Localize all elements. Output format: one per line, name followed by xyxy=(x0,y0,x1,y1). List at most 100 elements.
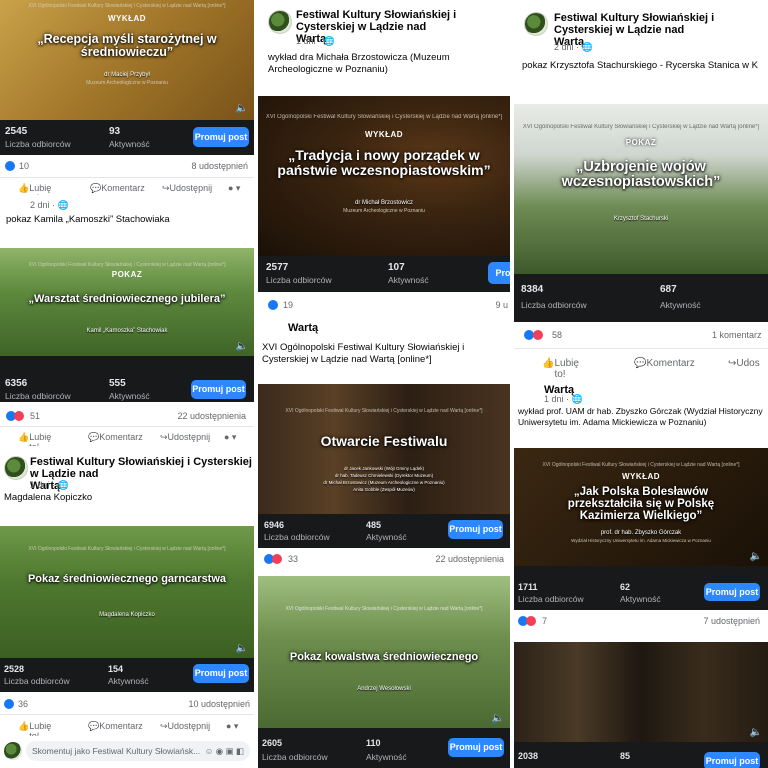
engagement-value: 154 xyxy=(108,664,124,674)
video-thumbnail[interactable]: XVI Ogólnopolski Festiwal Kultury Słowia… xyxy=(514,104,768,274)
comment-button[interactable]: 💬 Komentarz xyxy=(634,358,695,369)
reach-label: Liczba odbiorców xyxy=(5,139,71,149)
video-thumbnail[interactable]: XVI Ogólnopolski Festiwal Kultury Słowia… xyxy=(0,526,254,658)
promote-button[interactable]: Promuj post xyxy=(448,738,504,757)
video-banner: XVI Ogólnopolski Festiwal Kultury Słowia… xyxy=(28,3,226,9)
comment-button[interactable]: 💬 Komentarz xyxy=(90,183,145,194)
comment-input[interactable]: Skomentuj jako Festiwal Kultury Słowiańs… xyxy=(26,741,250,761)
like-button[interactable]: 👍 Lubię to! xyxy=(18,721,51,741)
insights-bar: 2577 Liczba odbiorców 107 Aktywność Pro xyxy=(258,256,510,292)
video-thumbnail[interactable]: XVI Ogólnopolski Festiwal Kultury Słowia… xyxy=(0,248,254,356)
post-time[interactable]: 1 dni · 🌐 xyxy=(296,36,335,47)
post-time[interactable]: 2 dni · 🌐 xyxy=(30,200,69,211)
commenter-avatar xyxy=(4,742,22,760)
reactions-row: 19 9 u xyxy=(258,292,510,318)
reaction-count[interactable]: 33 xyxy=(288,554,298,564)
share-button[interactable]: ↪ Udostępnij xyxy=(160,432,210,443)
volume-icon[interactable]: 🔈 xyxy=(236,643,248,654)
page-avatar[interactable] xyxy=(524,12,548,36)
like-reaction-icon xyxy=(268,300,278,310)
promote-button[interactable]: Promuj post xyxy=(191,380,246,399)
love-reaction-icon xyxy=(526,616,536,626)
video-thumbnail[interactable]: XVI Ogólnopolski Festiwal Kultury Słowia… xyxy=(514,448,768,566)
promote-button[interactable]: Pro xyxy=(488,262,510,284)
reactions-row: 7 7 udostępnień xyxy=(514,610,768,634)
post-description: XVI Ogólnopolski Festiwal Kultury Słowia… xyxy=(262,342,465,365)
video-thumbnail[interactable]: XVI Ogólnopolski Festiwal Kultury Słowia… xyxy=(258,576,510,728)
share-count[interactable]: 22 udostępnienia xyxy=(435,554,504,564)
video-kind: POKAZ xyxy=(111,270,143,279)
share-count[interactable]: 10 udostępnień xyxy=(188,699,250,709)
like-button[interactable]: 👍 Lubię to! xyxy=(18,183,51,195)
volume-icon[interactable]: 🔈 xyxy=(492,713,504,724)
comment-button[interactable]: 💬 Komentarz xyxy=(88,432,143,443)
audience-selector[interactable]: ● ▾ xyxy=(228,183,240,194)
reaction-count[interactable]: 10 xyxy=(19,161,29,171)
reach-value: 2545 xyxy=(5,126,28,137)
reach-value: 2605 xyxy=(262,738,283,748)
share-button[interactable]: ↪ Udos xyxy=(728,358,760,369)
volume-icon[interactable]: 🔈 xyxy=(750,551,762,562)
share-count[interactable]: 7 udostępnień xyxy=(703,616,760,626)
promote-button[interactable]: Promuj post xyxy=(448,520,503,539)
engagement-label: Aktywność xyxy=(660,300,701,310)
like-button[interactable]: 👍 Lubię to! xyxy=(542,358,579,380)
reaction-count[interactable]: 36 xyxy=(18,699,28,709)
emoji-icons[interactable]: ☺ ◉ ▣ ◧ xyxy=(205,741,244,761)
reach-label: Liczba odbiorców xyxy=(4,676,70,686)
share-count[interactable]: 9 u xyxy=(495,300,508,310)
engagement-label: Aktywność xyxy=(109,139,150,149)
promote-button[interactable]: Promuj post xyxy=(193,664,249,683)
action-bar: 👍 Lubię to! 💬 Komentarz ↪ Udostępnij ● ▾ xyxy=(0,177,254,195)
reach-value: 6946 xyxy=(264,520,285,530)
video-thumbnail[interactable]: XVI Ogólnopolski Festiwal Kultury Słowia… xyxy=(258,96,510,256)
volume-icon[interactable]: 🔈 xyxy=(236,103,248,114)
reaction-count[interactable]: 7 xyxy=(542,616,547,626)
post-time[interactable]: 1 dni · 🌐 xyxy=(30,480,69,491)
like-label: Lubię to! xyxy=(554,358,579,380)
action-bar: 👍 Lubię to! 💬 Komentarz ↪ Udos xyxy=(514,348,768,380)
page-avatar[interactable] xyxy=(268,10,292,34)
promote-button[interactable]: Promuj post xyxy=(704,752,760,768)
reach-value: 2038 xyxy=(518,751,539,761)
video-banner: XVI Ogólnopolski Festiwal Kultury Słowia… xyxy=(28,262,226,268)
page-name[interactable]: Wartą xyxy=(288,322,318,334)
volume-icon[interactable]: 🔈 xyxy=(236,341,248,352)
video-title: „Warsztat średniowiecznego jubilera” xyxy=(28,293,226,305)
like-reaction-icon xyxy=(5,161,15,171)
reaction-count[interactable]: 51 xyxy=(30,411,40,421)
insights-bar: 2528 Liczba odbiorców 154 Aktywność Prom… xyxy=(0,658,254,692)
audience-selector[interactable]: ● ▾ xyxy=(224,432,236,443)
page-avatar[interactable] xyxy=(4,456,28,480)
volume-icon[interactable]: 🔈 xyxy=(750,727,762,738)
video-title: Otwarcie Festiwalu xyxy=(320,433,448,449)
reactions-row: 33 22 udostępnienia xyxy=(258,548,510,572)
like-button[interactable]: 👍 Lubię to! xyxy=(18,432,51,446)
reach-value: 1711 xyxy=(518,582,538,592)
video-thumbnail[interactable]: XVI Ogólnopolski Festiwal Kultury Słowia… xyxy=(258,384,510,514)
video-thumbnail[interactable]: XVI Ogólnopolski Festiwal Kultury Słowia… xyxy=(0,0,254,120)
reach-label: Liczba odbiorców xyxy=(262,752,328,762)
comment-count[interactable]: 1 komentarz xyxy=(712,330,762,340)
engagement-label: Aktywność xyxy=(366,532,407,542)
reaction-count[interactable]: 58 xyxy=(552,330,562,340)
insights-bar: 2605 Liczba odbiorców 110 Aktywność Prom… xyxy=(258,728,510,768)
audience-selector[interactable]: ● ▾ xyxy=(226,721,238,732)
video-speaker: Andrzej Wesołowski xyxy=(357,686,411,692)
share-count[interactable]: 22 udostępnienia xyxy=(177,411,246,421)
promote-button[interactable]: Promuj post xyxy=(193,127,249,147)
share-button[interactable]: ↪ Udostępnij xyxy=(160,721,210,732)
post-garncarstwo: Festiwal Kultury Słowiańskiej i Cystersk… xyxy=(0,450,254,768)
share-button[interactable]: ↪ Udostępnij xyxy=(162,183,212,194)
reaction-count[interactable]: 19 xyxy=(283,300,293,310)
reach-value: 2528 xyxy=(4,664,25,674)
video-thumbnail[interactable]: 🔈 xyxy=(514,642,768,742)
comment-label: Komentarz xyxy=(646,358,695,369)
comment-button[interactable]: 💬 Komentarz xyxy=(88,721,143,732)
video-title: „Jak Polska Bolesławów przekształciła si… xyxy=(567,486,715,523)
video-speaker: Krzysztof Stachurski xyxy=(613,216,669,222)
post-time[interactable]: 1 dni · 🌐 xyxy=(544,394,583,405)
promote-button[interactable]: Promuj post xyxy=(704,583,760,601)
share-count[interactable]: 8 udostępnień xyxy=(191,161,248,171)
post-time[interactable]: 2 dni · 🌐 xyxy=(554,42,593,53)
